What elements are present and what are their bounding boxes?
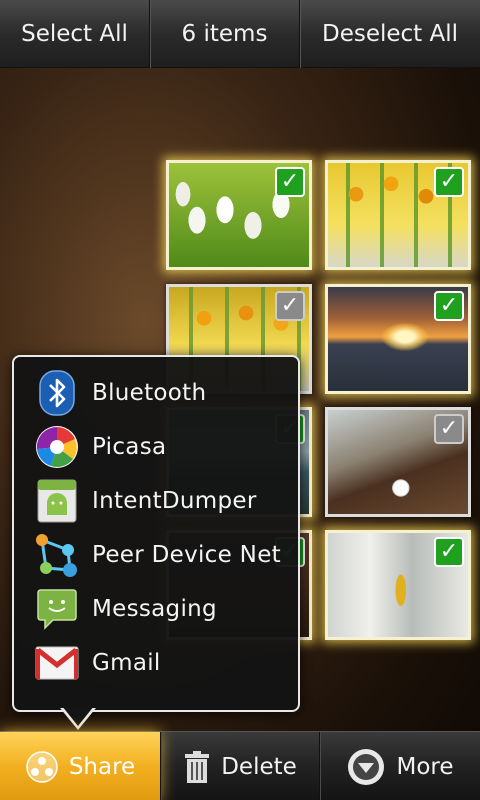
trash-icon xyxy=(183,750,211,784)
selected-check-icon[interactable]: ✓ xyxy=(434,291,464,321)
select-all-button[interactable]: Select All xyxy=(0,0,150,68)
delete-button-label: Delete xyxy=(221,753,297,780)
share-button[interactable]: Share xyxy=(0,732,160,800)
android-app-icon xyxy=(34,478,80,524)
delete-button[interactable]: Delete xyxy=(160,732,320,800)
share-option-intentdumper[interactable]: IntentDumper xyxy=(14,474,298,528)
share-menu-popup: Bluetooth Picasa IntentDumper Peer Devic… xyxy=(12,355,300,712)
share-option-messaging[interactable]: Messaging xyxy=(14,582,298,636)
share-option-label: Peer Device Net xyxy=(92,542,281,568)
photo-thumbnail-boat[interactable]: ✓ xyxy=(325,407,471,517)
photo-thumbnail-bathroom[interactable]: ✓ xyxy=(325,530,471,640)
deselect-all-button[interactable]: Deselect All xyxy=(300,0,480,68)
bluetooth-icon xyxy=(34,370,80,416)
more-button[interactable]: More xyxy=(320,732,480,800)
photo-thumbnail-sunflowers-1[interactable]: ✓ xyxy=(325,160,471,270)
picasa-icon xyxy=(34,424,80,470)
popup-pointer-fill xyxy=(62,706,94,726)
more-button-label: More xyxy=(396,753,454,780)
share-icon xyxy=(25,750,59,784)
selected-count-label: 6 items xyxy=(150,0,300,68)
share-option-picasa[interactable]: Picasa xyxy=(14,420,298,474)
share-option-bluetooth[interactable]: Bluetooth xyxy=(14,366,298,420)
selected-check-icon[interactable]: ✓ xyxy=(275,167,305,197)
unselected-check-icon[interactable]: ✓ xyxy=(275,291,305,321)
share-option-gmail[interactable]: Gmail xyxy=(14,636,298,690)
network-nodes-icon xyxy=(34,532,80,578)
share-option-label: Gmail xyxy=(92,650,161,676)
gmail-icon xyxy=(34,640,80,686)
share-button-label: Share xyxy=(68,753,136,780)
selected-check-icon[interactable]: ✓ xyxy=(434,167,464,197)
share-option-label: Bluetooth xyxy=(92,380,207,406)
selection-action-bar: Select All 6 items Deselect All xyxy=(0,0,480,68)
chevron-down-circle-icon xyxy=(346,747,386,787)
share-option-label: IntentDumper xyxy=(92,488,257,514)
share-option-label: Messaging xyxy=(92,596,217,622)
share-option-label: Picasa xyxy=(92,434,167,460)
photo-thumbnail-sunset[interactable]: ✓ xyxy=(325,284,471,394)
bottom-action-bar: Share Delete More xyxy=(0,731,480,800)
share-option-peer-device-net[interactable]: Peer Device Net xyxy=(14,528,298,582)
selected-check-icon[interactable]: ✓ xyxy=(434,537,464,567)
unselected-check-icon[interactable]: ✓ xyxy=(434,414,464,444)
messaging-icon xyxy=(34,586,80,632)
photo-thumbnail-tulips[interactable]: ✓ xyxy=(166,160,312,270)
